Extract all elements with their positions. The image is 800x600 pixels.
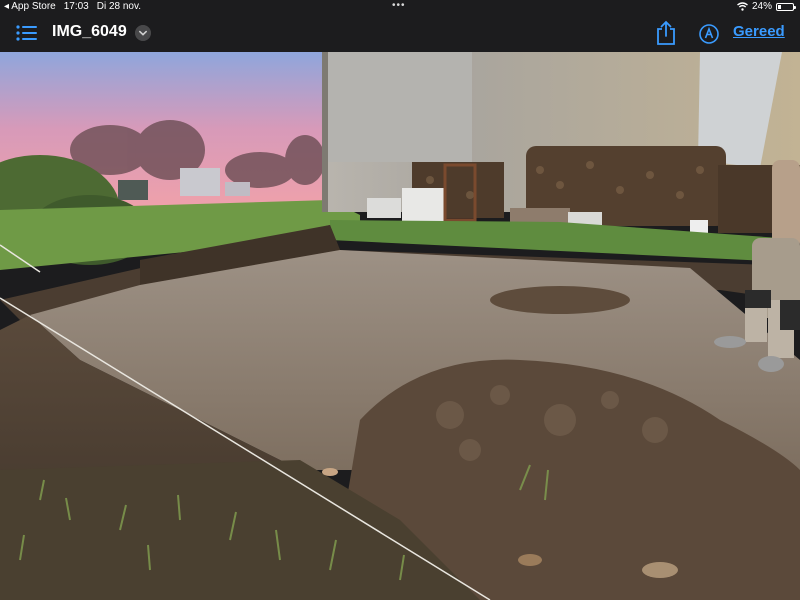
status-bar: ◂ App Store 17:03 Di 28 nov. ••• 24%	[0, 0, 800, 14]
status-date: Di 28 nov.	[96, 1, 142, 12]
list-icon[interactable]	[14, 22, 40, 44]
battery-icon	[776, 2, 796, 11]
back-to-app-link[interactable]: ◂ App Store	[4, 1, 56, 12]
nav-bar: IMG_6049 Gereed	[0, 14, 800, 52]
multitasking-dots-icon[interactable]: •••	[392, 0, 406, 11]
status-time: 17:03	[63, 1, 89, 12]
photo-title[interactable]: IMG_6049	[52, 23, 127, 41]
photo-viewer[interactable]	[0, 52, 800, 600]
battery-percent: 24%	[751, 1, 772, 12]
wifi-icon	[737, 2, 748, 11]
photo-image	[0, 52, 800, 600]
markup-icon[interactable]	[698, 23, 720, 45]
share-icon[interactable]	[654, 20, 678, 46]
chevron-down-icon[interactable]	[135, 25, 151, 41]
done-button[interactable]: Gereed	[733, 23, 785, 40]
